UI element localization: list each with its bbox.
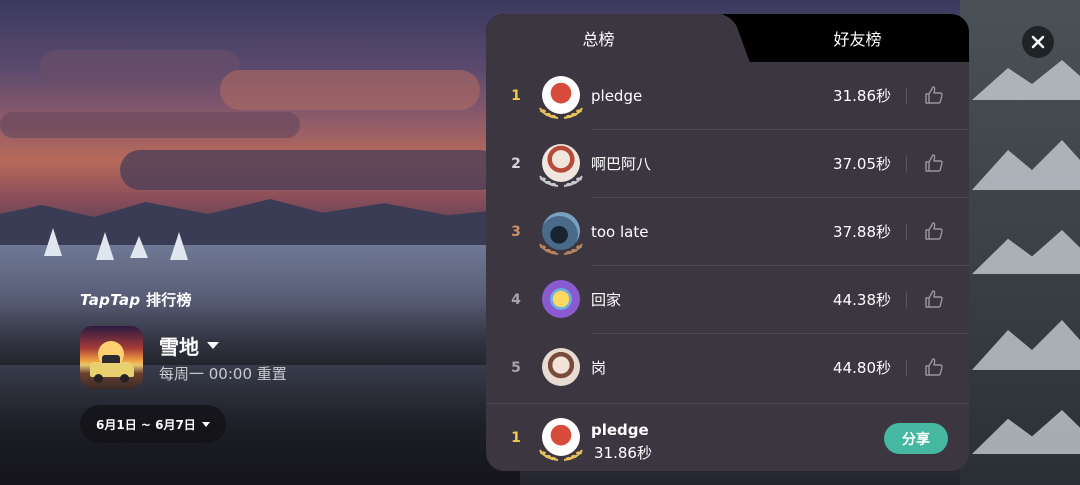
rank-number: 3 — [511, 224, 521, 240]
divider — [906, 156, 907, 172]
game-title[interactable]: 雪地 — [159, 331, 199, 360]
rank-number: 1 — [511, 88, 521, 104]
divider — [906, 88, 907, 104]
share-button[interactable]: 分享 — [884, 423, 948, 454]
score: 44.38秒 — [833, 291, 891, 309]
close-button[interactable] — [1022, 26, 1054, 58]
rank-number: 2 — [511, 156, 521, 172]
period-label: 6月1日 ~ 6月7日 — [96, 417, 196, 432]
my-score: 31.86秒 — [594, 444, 652, 462]
game-icon — [80, 326, 143, 389]
divider — [906, 360, 907, 376]
game-selector[interactable]: 雪地 每周一 00:00 重置 — [80, 326, 287, 389]
leaderboard-panel: 总榜 好友榜 1 pledge 31.86秒 2 啊巴阿八 37.05秒 3 t… — [486, 14, 969, 471]
score: 37.88秒 — [833, 223, 891, 241]
gold-laurel-icon — [539, 449, 583, 461]
like-button[interactable] — [924, 357, 944, 377]
silver-laurel-icon — [539, 175, 583, 187]
bronze-laurel-icon — [539, 243, 583, 255]
taptap-leaderboard-title: TapTap 排行榜 — [80, 291, 192, 309]
score: 44.80秒 — [833, 359, 891, 377]
leaderboard-row: 5 岗 44.80秒 — [486, 334, 969, 402]
leaderboard-row: 3 too late 37.88秒 — [486, 198, 969, 266]
thumbs-up-icon — [925, 154, 943, 172]
like-button[interactable] — [924, 289, 944, 309]
like-button[interactable] — [924, 221, 944, 241]
leaderboard-row: 4 回家 44.38秒 — [486, 266, 969, 334]
thumbs-up-icon — [925, 290, 943, 308]
score: 31.86秒 — [833, 87, 891, 105]
username[interactable]: pledge — [591, 62, 642, 130]
my-rank-number: 1 — [511, 430, 521, 446]
period-selector[interactable]: 6月1日 ~ 6月7日 — [80, 405, 226, 443]
user-avatar[interactable] — [542, 348, 580, 386]
like-button[interactable] — [924, 153, 944, 173]
reset-schedule: 每周一 00:00 重置 — [159, 364, 287, 383]
leaderboard-list: 1 pledge 31.86秒 2 啊巴阿八 37.05秒 3 too late… — [486, 62, 969, 402]
score: 37.05秒 — [833, 155, 891, 173]
caret-down-icon[interactable] — [207, 342, 219, 349]
tab-overall[interactable]: 总榜 — [486, 14, 723, 62]
like-button[interactable] — [924, 85, 944, 105]
rank-number: 4 — [511, 292, 521, 308]
leaderboard-tabs: 总榜 好友榜 — [486, 14, 969, 62]
user-avatar[interactable] — [542, 280, 580, 318]
thumbs-up-icon — [925, 86, 943, 104]
caret-down-icon — [201, 421, 210, 427]
thumbs-up-icon — [925, 222, 943, 240]
username[interactable]: too late — [591, 198, 648, 266]
divider — [906, 224, 907, 240]
divider — [906, 292, 907, 308]
leaderboard-row: 2 啊巴阿八 37.05秒 — [486, 130, 969, 198]
my-rank-row: 1 pledge 31.86秒 分享 — [486, 403, 969, 471]
tab-friends[interactable]: 好友榜 — [746, 14, 969, 62]
thumbs-up-icon — [925, 358, 943, 376]
my-username: pledge — [591, 421, 649, 439]
username[interactable]: 啊巴阿八 — [591, 130, 651, 198]
username[interactable]: 回家 — [591, 266, 621, 334]
rank-number: 5 — [511, 360, 521, 376]
leaderboard-row: 1 pledge 31.86秒 — [486, 62, 969, 130]
gold-laurel-icon — [539, 107, 583, 119]
username[interactable]: 岗 — [591, 334, 606, 402]
close-icon — [1031, 35, 1045, 49]
